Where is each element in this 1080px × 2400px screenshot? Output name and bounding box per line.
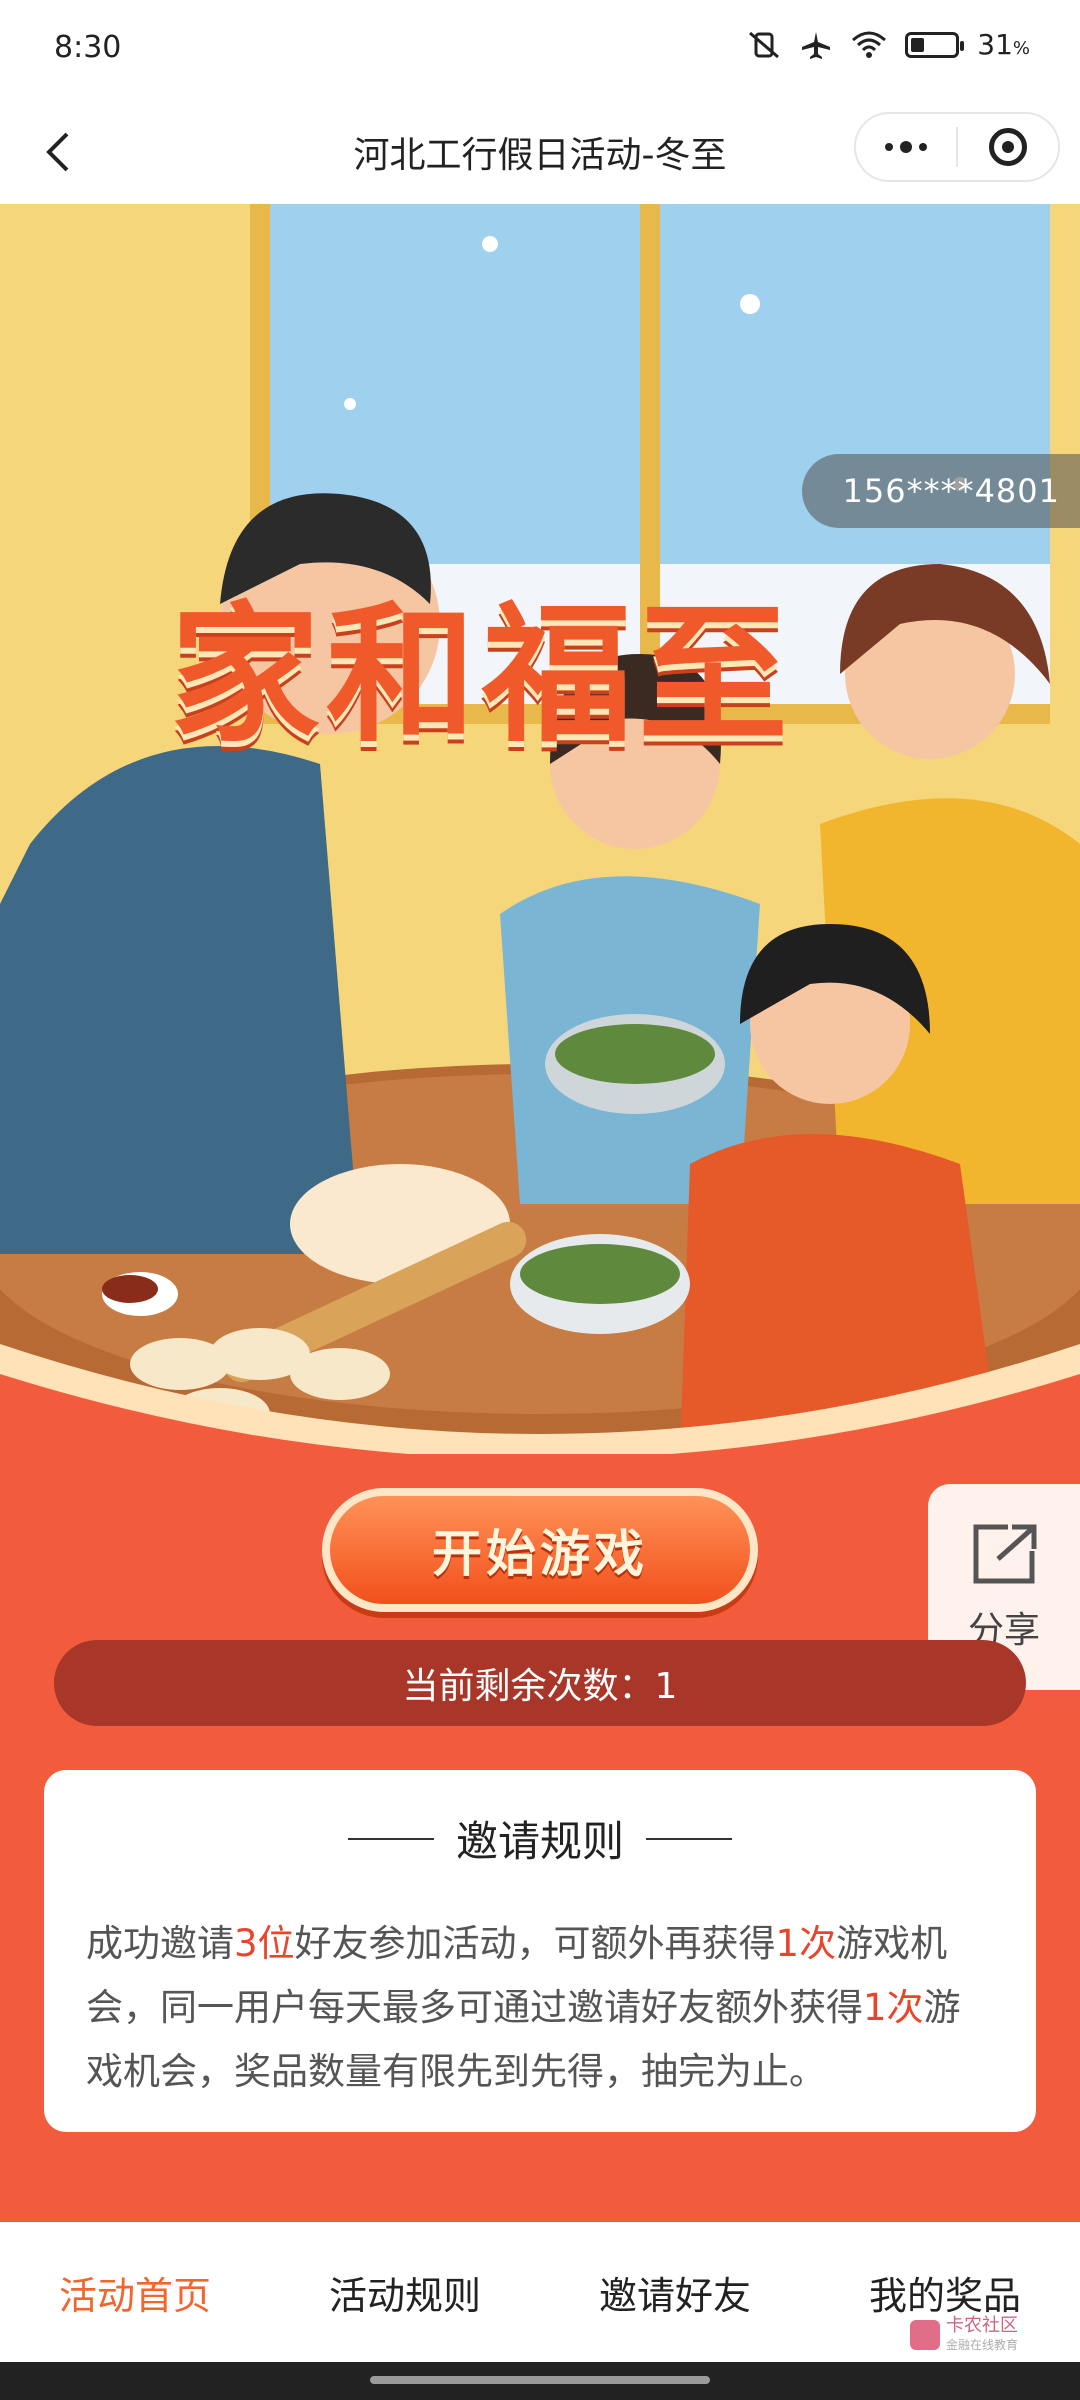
family-dumplings-illustration bbox=[0, 204, 1080, 1454]
battery-level bbox=[911, 37, 925, 52]
close-miniapp-button[interactable] bbox=[958, 114, 1058, 180]
more-button[interactable] bbox=[856, 114, 956, 180]
share-icon bbox=[973, 1524, 1037, 1584]
rules-highlight: 3位 bbox=[234, 1922, 295, 1965]
rules-segment: 成功邀请 bbox=[86, 1922, 234, 1965]
banner-title-art: 家和福至 bbox=[170, 587, 795, 763]
remaining-plays: 当前剩余次数：1 bbox=[54, 1640, 1026, 1726]
start-game-button[interactable]: 开始游戏 bbox=[322, 1488, 758, 1612]
title-divider-right bbox=[646, 1837, 732, 1840]
tab-rules[interactable]: 活动规则 bbox=[270, 2222, 540, 2362]
banner-illustration: 156****4801 家和福至 bbox=[0, 204, 1080, 1454]
rules-highlight: 1次 bbox=[775, 1922, 837, 1965]
nav-bar: 河北工行假日活动-冬至 bbox=[0, 100, 1080, 204]
status-bar: 8:30 31% bbox=[0, 0, 1080, 100]
start-game-label: 开始游戏 bbox=[432, 1525, 648, 1583]
tab-invite[interactable]: 邀请好友 bbox=[540, 2222, 810, 2362]
mute-vibrate-icon bbox=[749, 31, 780, 58]
rules-highlight: 1次 bbox=[863, 1986, 924, 2029]
target-icon bbox=[989, 128, 1027, 166]
battery-percent: 31% bbox=[977, 28, 1030, 61]
status-time: 8:30 bbox=[54, 30, 122, 65]
watermark-title: 卡农社区 bbox=[945, 2315, 1018, 2336]
invite-rules-card: 邀请规则 成功邀请3位好友参加活动，可额外再获得1次游戏机会，同一用户每天最多可… bbox=[44, 1770, 1036, 2132]
watermark: 卡农社区 金融在线教育 bbox=[909, 2315, 1018, 2353]
rules-segment: 好友参加活动，可额外再获得 bbox=[294, 1922, 776, 1965]
airplane-icon bbox=[802, 31, 831, 59]
rules-title: 邀请规则 bbox=[44, 1808, 1036, 1869]
more-icon bbox=[885, 141, 927, 153]
user-phone-badge: 156****4801 bbox=[802, 454, 1080, 528]
wifi-icon bbox=[852, 31, 887, 58]
watermark-subtitle: 金融在线教育 bbox=[945, 2338, 1018, 2352]
status-icons: 31% bbox=[747, 28, 1030, 61]
title-divider-left bbox=[347, 1837, 434, 1840]
rules-text: 成功邀请3位好友参加活动，可额外再获得1次游戏机会，同一用户每天最多可通过邀请好… bbox=[86, 1912, 994, 2104]
battery-icon bbox=[905, 31, 965, 58]
rules-title-text: 邀请规则 bbox=[455, 1817, 624, 1866]
miniapp-capsule bbox=[854, 112, 1060, 182]
home-indicator[interactable] bbox=[370, 2376, 710, 2384]
tab-home[interactable]: 活动首页 bbox=[0, 2222, 270, 2362]
watermark-logo-icon bbox=[909, 2319, 940, 2350]
system-gesture-area bbox=[0, 2362, 1080, 2400]
